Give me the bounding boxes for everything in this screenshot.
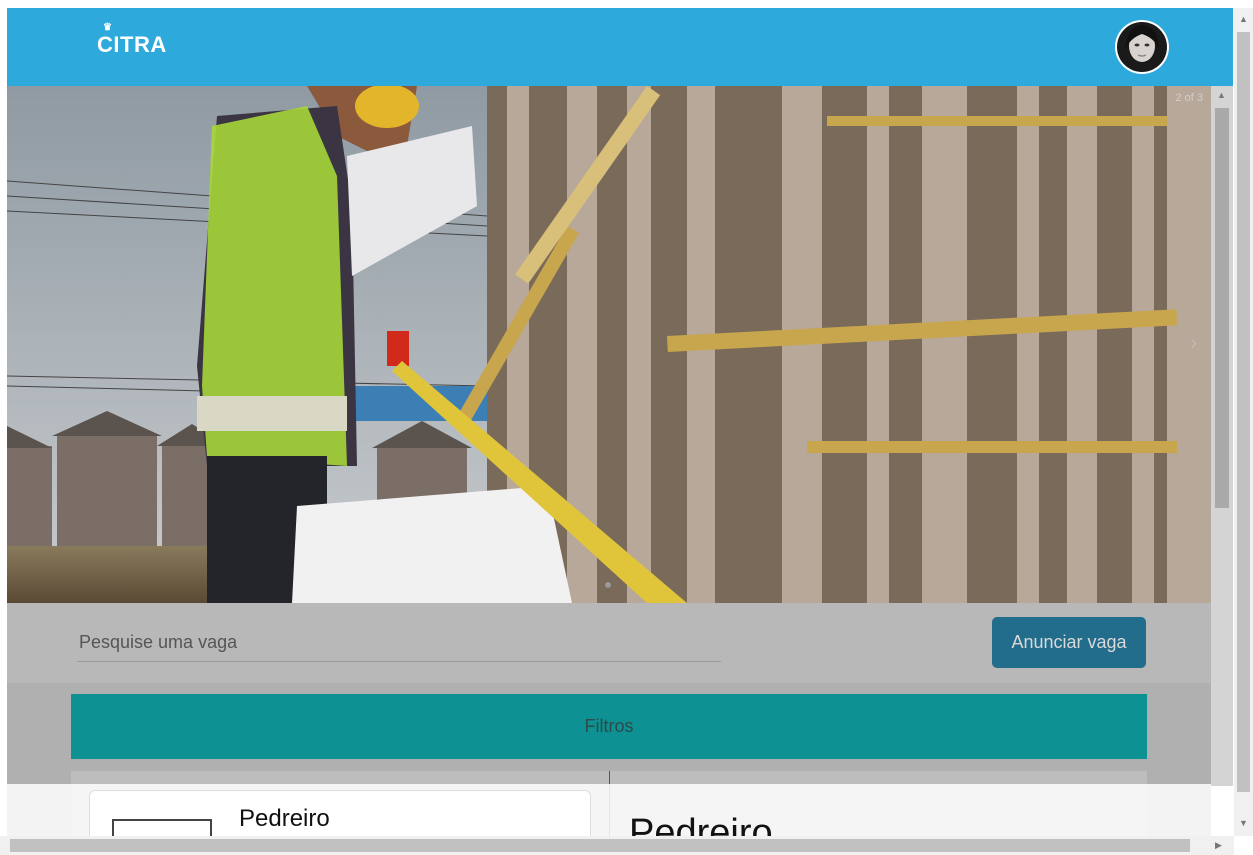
job-card-title: Pedreiro — [239, 805, 330, 832]
page-horizontal-scrollbar[interactable]: ▶ — [0, 836, 1234, 855]
inner-vertical-scrollbar[interactable]: ▲ — [1211, 86, 1233, 786]
filters-toggle[interactable]: Filtros — [71, 694, 1147, 759]
listing-strip: Pedreiro Pedreiro — [7, 784, 1211, 836]
logo-text: CITRA — [97, 32, 167, 57]
filters-label: Filtros — [584, 716, 634, 736]
page-vscroll-thumb[interactable] — [1237, 32, 1250, 792]
construction-worker-hero-image — [7, 86, 1211, 603]
hero-carousel[interactable]: 2 of 3 › — [7, 86, 1211, 603]
avatar-photo-icon — [1117, 22, 1167, 72]
job-thumbnail — [112, 819, 212, 836]
carousel-dot[interactable] — [605, 582, 611, 588]
user-avatar[interactable] — [1115, 20, 1169, 74]
page-scroll-up-icon[interactable]: ▲ — [1239, 14, 1248, 24]
logo-crown-icon: ♛ — [103, 22, 113, 33]
job-search-input[interactable] — [77, 623, 721, 662]
citra-logo[interactable]: ♛ CITRA — [97, 23, 167, 58]
top-nav-bar: ♛ CITRA — [7, 8, 1233, 86]
announce-job-button[interactable]: Anunciar vaga — [992, 617, 1146, 668]
job-detail-title: Pedreiro — [629, 812, 773, 836]
inner-scroll-thumb[interactable] — [1215, 108, 1229, 508]
job-card[interactable]: Pedreiro — [89, 790, 591, 836]
page-vertical-scrollbar[interactable]: ▲ ▼ — [1234, 8, 1253, 836]
app-viewport: ♛ CITRA 2 of 3 › Pesquise uma vaga Anunc… — [7, 8, 1233, 836]
page-scroll-right-icon[interactable]: ▶ — [1215, 840, 1222, 851]
search-section: Anunciar vaga — [7, 603, 1211, 683]
page-hscroll-thumb[interactable] — [10, 839, 1190, 852]
slide-counter: 2 of 3 — [1175, 92, 1203, 104]
scroll-up-icon[interactable]: ▲ — [1217, 90, 1226, 100]
carousel-next-icon[interactable]: › — [1190, 332, 1197, 355]
page-scroll-down-icon[interactable]: ▼ — [1239, 818, 1248, 828]
